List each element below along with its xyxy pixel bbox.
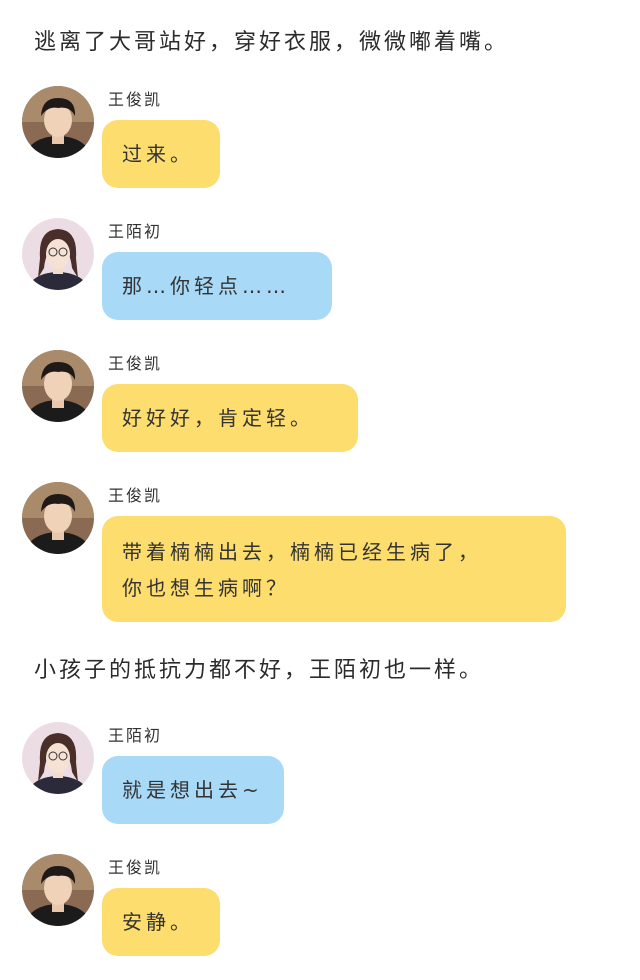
message-text: 你也想生病啊？ [122, 576, 290, 600]
message-bubble[interactable]: 过来。 [102, 120, 220, 188]
message-text: 好好好，肯定轻。 [122, 406, 314, 430]
girl-avatar[interactable] [22, 722, 94, 794]
message-text: 就是想出去~ [122, 778, 263, 802]
sender-name: 王俊凯 [108, 486, 163, 505]
boy-avatar[interactable] [22, 350, 94, 422]
sender-name: 王陌初 [108, 726, 163, 745]
message-text: 过来。 [122, 142, 194, 166]
message-text: 那…你轻点…… [122, 274, 290, 298]
sender-name: 王陌初 [108, 222, 163, 241]
message-bubble[interactable]: 安静。 [102, 888, 220, 956]
message-bubble[interactable]: 就是想出去~ [102, 756, 284, 824]
narration-text: 逃离了大哥站好，穿好衣服，微微嘟着嘴。 [34, 30, 510, 55]
message-bubble[interactable]: 那…你轻点…… [102, 252, 332, 320]
boy-avatar[interactable] [22, 482, 94, 554]
boy-avatar[interactable] [22, 86, 94, 158]
message-text: 带着楠楠出去，楠楠已经生病了， [122, 540, 482, 564]
message-bubble[interactable]: 带着楠楠出去，楠楠已经生病了， 你也想生病啊？ [102, 516, 566, 622]
message-bubble[interactable]: 好好好，肯定轻。 [102, 384, 358, 452]
sender-name: 王俊凯 [108, 354, 163, 373]
sender-name: 王俊凯 [108, 90, 163, 109]
boy-avatar[interactable] [22, 854, 94, 926]
sender-name: 王俊凯 [108, 858, 163, 877]
girl-avatar[interactable] [22, 218, 94, 290]
message-text: 安静。 [122, 910, 194, 934]
narration-text: 小孩子的抵抗力都不好，王陌初也一样。 [34, 658, 485, 683]
